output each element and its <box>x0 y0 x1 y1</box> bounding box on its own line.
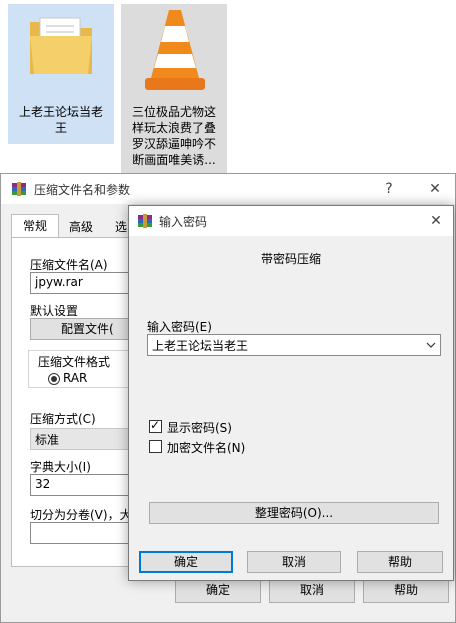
folder-icon <box>30 17 92 74</box>
password-cancel-button[interactable]: 取消 <box>247 551 341 573</box>
method-label: 压缩方式(C) <box>30 412 96 426</box>
format-group-label: 压缩文件格式 <box>38 355 111 369</box>
enter-password-label: 输入密码(E) <box>147 320 212 334</box>
password-ok-button[interactable]: 确定 <box>139 551 233 573</box>
desktop-vlc-file-item[interactable]: 三位极品尤物这样玩太浪费了叠罗汉舔逼呻吟不断画面唯美诱... <box>121 4 227 176</box>
vlc-file-label: 三位极品尤物这样玩太浪费了叠罗汉舔逼呻吟不断画面唯美诱... <box>131 105 216 167</box>
password-dialog: 输入密码 ✕ 带密码压缩 输入密码(E) 上老王论坛当老王 ✓ 显示密码(S) … <box>128 205 454 581</box>
help-title-button[interactable]: ? <box>367 174 411 204</box>
password-close-button[interactable]: ✕ <box>419 206 453 236</box>
organize-passwords-button[interactable]: 整理密码(O)... <box>149 502 439 524</box>
archive-name-label: 压缩文件名(A) <box>30 258 108 272</box>
rar-radio[interactable] <box>48 373 60 385</box>
dict-label: 字典大小(I) <box>30 460 91 474</box>
folder-label: 上老王论坛当老王 <box>18 105 103 135</box>
password-combo[interactable]: 上老王论坛当老王 <box>147 334 441 356</box>
tab-advanced[interactable]: 高级 <box>61 216 101 238</box>
encrypt-names-label: 加密文件名(N) <box>167 441 246 455</box>
password-heading: 带密码压缩 <box>260 252 321 266</box>
password-dialog-titlebar[interactable]: 输入密码 ✕ <box>129 206 453 236</box>
password-value: 上老王论坛当老王 <box>152 339 249 353</box>
winrar-app-icon <box>12 182 26 196</box>
vlc-cone-icon <box>145 10 205 90</box>
encrypt-names-checkbox[interactable] <box>149 440 162 453</box>
chevron-down-icon <box>426 342 436 348</box>
winrar-app-icon <box>138 214 152 228</box>
show-password-checkbox[interactable]: ✓ <box>149 418 162 433</box>
tab-general[interactable]: 常规 <box>11 214 59 238</box>
archive-dialog-titlebar[interactable]: 压缩文件名和参数 ? ✕ <box>1 174 455 204</box>
archive-dialog-title: 压缩文件名和参数 <box>34 183 131 197</box>
password-dialog-title: 输入密码 <box>159 215 208 229</box>
rar-label: RAR <box>63 371 88 385</box>
check-icon: ✓ <box>150 418 161 432</box>
close-button[interactable]: ✕ <box>413 174 456 204</box>
password-help-button[interactable]: 帮助 <box>357 551 443 573</box>
show-password-label: 显示密码(S) <box>167 421 232 435</box>
split-label: 切分为分卷(V)，大小 <box>30 508 144 522</box>
default-settings-label: 默认设置 <box>30 304 79 318</box>
desktop-folder-item[interactable]: 上老王论坛当老王 <box>8 4 114 144</box>
